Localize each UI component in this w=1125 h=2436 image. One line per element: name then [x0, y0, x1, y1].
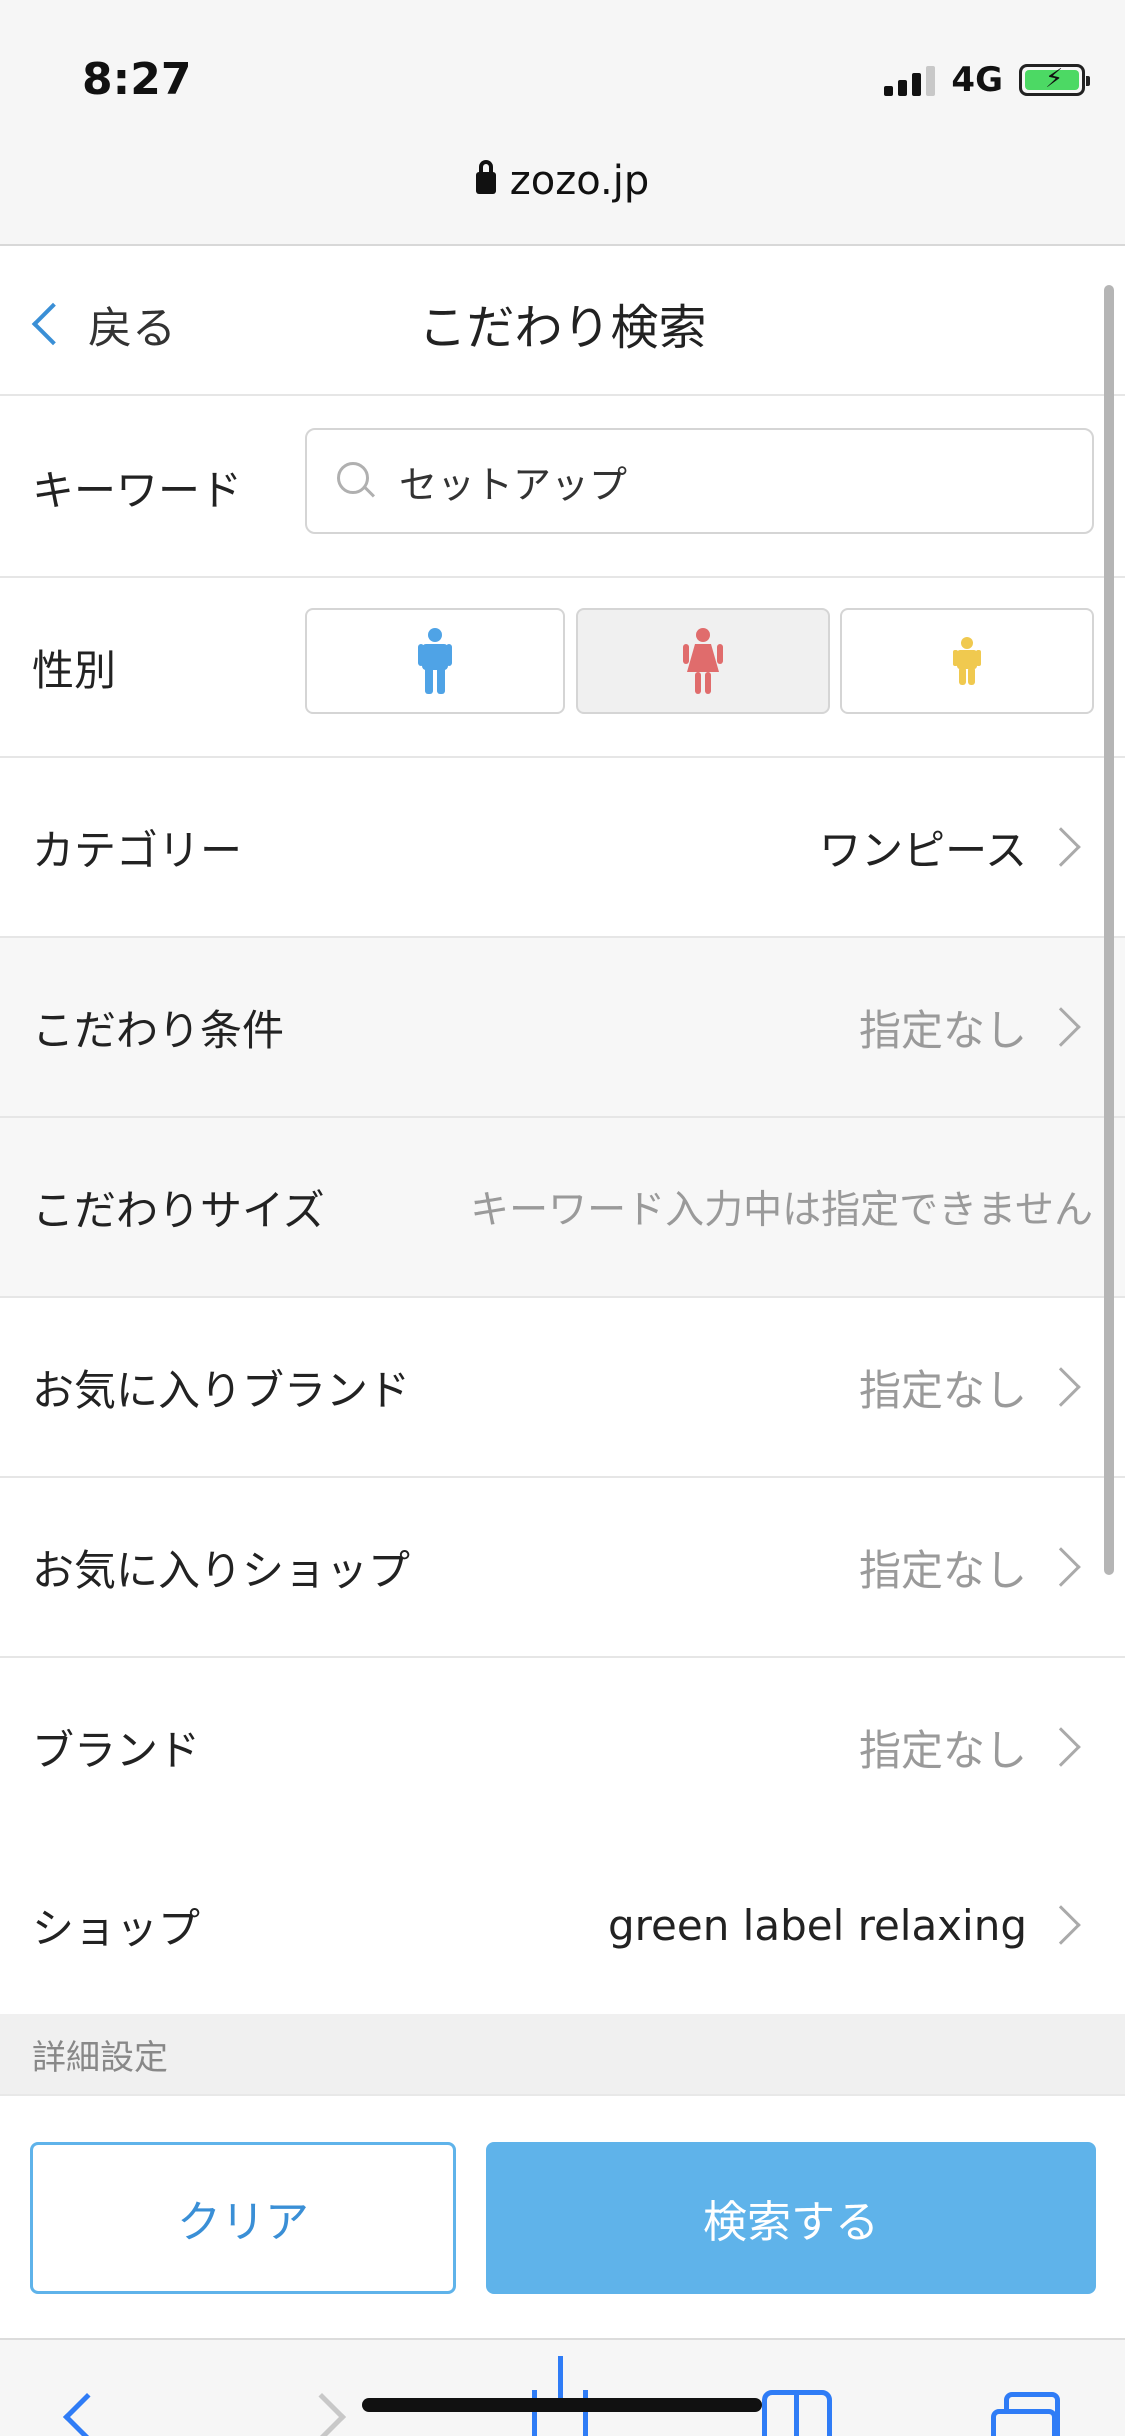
- chevron-right-icon: [1041, 1007, 1081, 1047]
- size-row: こだわりサイズ キーワード入力中は指定できません: [0, 1118, 1125, 1298]
- scrollbar[interactable]: [1104, 285, 1114, 1575]
- size-label: こだわりサイズ: [32, 1185, 325, 1235]
- safari-url-bar[interactable]: zozo.jp: [0, 130, 1125, 244]
- status-icons: 4G ⚡: [884, 60, 1090, 100]
- safari-toolbar: [0, 2338, 1125, 2436]
- gender-label: 性別: [32, 645, 117, 695]
- status-time: 8:27: [82, 54, 192, 105]
- size-value: キーワード入力中は指定できません: [470, 1188, 1093, 1233]
- conditions-value: 指定なし: [858, 1005, 1027, 1055]
- keyword-label: キーワード: [32, 465, 243, 515]
- search-icon: [337, 462, 375, 500]
- signal-icon: [884, 64, 936, 96]
- favorite-shop-row[interactable]: お気に入りショップ 指定なし: [0, 1478, 1125, 1658]
- clear-button[interactable]: クリア: [30, 2142, 456, 2294]
- gender-kids-button[interactable]: [840, 608, 1094, 714]
- share-icon[interactable]: [532, 2356, 588, 2436]
- search-button[interactable]: 検索する: [486, 2142, 1096, 2294]
- conditions-row[interactable]: こだわり条件 指定なし: [0, 938, 1125, 1118]
- browser-forward-icon[interactable]: [297, 2392, 347, 2436]
- status-bar: 8:27 4G ⚡: [0, 0, 1125, 130]
- page-header: 戻る こだわり検索: [0, 246, 1125, 396]
- chevron-right-icon: [1041, 1547, 1081, 1587]
- bookmarks-icon[interactable]: [762, 2390, 832, 2436]
- favorite-shop-label: お気に入りショップ: [32, 1545, 411, 1595]
- page-title: こだわり検索: [418, 300, 707, 356]
- shop-value: green label relaxing: [608, 1900, 1027, 1950]
- favorite-brand-row[interactable]: お気に入りブランド 指定なし: [0, 1298, 1125, 1478]
- keyword-search-input[interactable]: セットアップ: [305, 428, 1094, 534]
- woman-icon: [683, 628, 723, 694]
- gender-women-button[interactable]: [576, 608, 830, 714]
- favorite-brand-label: お気に入りブランド: [32, 1365, 411, 1415]
- detail-settings-header: 詳細設定: [0, 2014, 1125, 2094]
- battery-icon: ⚡: [1019, 64, 1090, 96]
- gender-men-button[interactable]: [305, 608, 565, 714]
- chevron-right-icon: [1041, 1367, 1081, 1407]
- shop-label: ショップ: [32, 1903, 201, 1953]
- brand-row[interactable]: ブランド 指定なし: [0, 1658, 1125, 1838]
- category-row[interactable]: カテゴリー ワンピース: [0, 758, 1125, 938]
- category-value: ワンピース: [819, 825, 1027, 875]
- keyword-value: セットアップ: [399, 462, 628, 507]
- network-label: 4G: [951, 60, 1003, 100]
- favorite-brand-value: 指定なし: [858, 1365, 1027, 1415]
- shop-row[interactable]: ショップ green label relaxing: [0, 1836, 1125, 2016]
- child-icon: [953, 637, 981, 685]
- category-label: カテゴリー: [32, 825, 243, 875]
- favorite-shop-value: 指定なし: [858, 1545, 1027, 1595]
- url-display[interactable]: zozo.jp: [0, 158, 1125, 204]
- brand-label: ブランド: [32, 1725, 201, 1775]
- chevron-right-icon: [1041, 1905, 1081, 1945]
- tabs-icon[interactable]: [991, 2392, 1060, 2436]
- conditions-label: こだわり条件: [32, 1005, 285, 1055]
- action-bar: クリア 検索する: [0, 2094, 1125, 2338]
- man-icon: [418, 628, 452, 694]
- home-indicator: [362, 2398, 762, 2412]
- lock-icon: [475, 160, 496, 196]
- chevron-right-icon: [1041, 1727, 1081, 1767]
- chevron-right-icon: [1041, 827, 1081, 867]
- browser-back-icon[interactable]: [62, 2392, 112, 2436]
- url-text: zozo.jp: [509, 158, 650, 204]
- brand-value: 指定なし: [858, 1725, 1027, 1775]
